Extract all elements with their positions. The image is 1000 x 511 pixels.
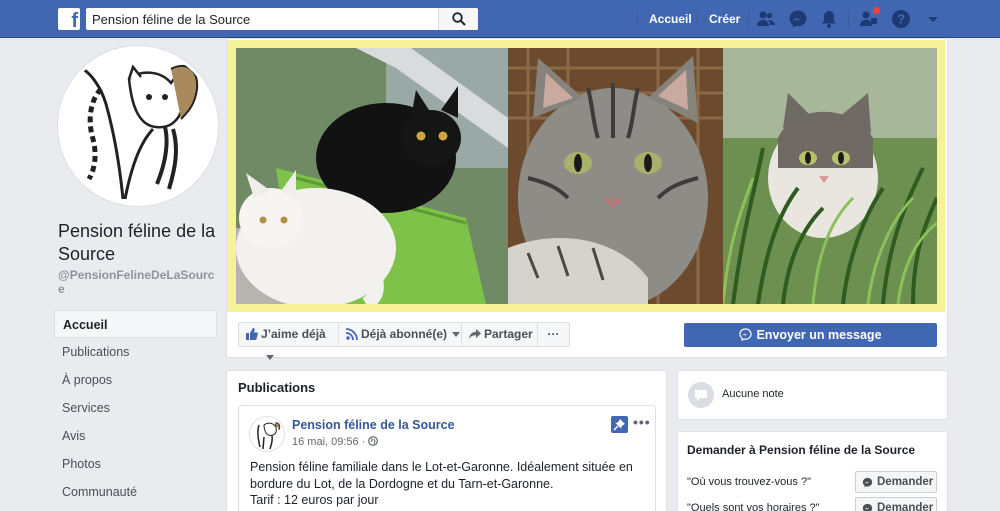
nav-home-link[interactable]: Accueil <box>649 12 692 26</box>
post-options-icon[interactable]: ••• <box>633 414 651 430</box>
messenger-icon <box>739 328 753 342</box>
send-message-button[interactable]: Envoyer un message <box>684 323 937 347</box>
nav-divider <box>637 10 638 28</box>
sidebar-item-reviews[interactable]: Avis <box>54 422 217 450</box>
facebook-logo-icon[interactable]: f <box>58 8 80 32</box>
thumbs-up-icon <box>246 328 258 340</box>
post-text-line: Tarif : 12 euros par jour <box>250 493 379 507</box>
sidebar-item-posts[interactable]: Publications <box>54 338 217 366</box>
friend-requests-icon[interactable] <box>756 9 776 29</box>
ask-question-text: "Quels sont vos horaires ?" <box>687 502 820 511</box>
pinned-post-icon <box>611 416 628 433</box>
ask-hours-button[interactable]: Demander <box>855 497 937 511</box>
send-message-label: Envoyer un message <box>756 328 882 342</box>
search-icon <box>452 12 466 26</box>
sidebar-item-photos[interactable]: Photos <box>54 450 217 478</box>
ask-page-heading: Demander à Pension féline de la Source <box>687 443 916 457</box>
account-menu-chevron-icon[interactable] <box>923 9 943 29</box>
sidebar-item-services[interactable]: Services <box>54 394 217 422</box>
note-bubble-icon <box>688 382 714 408</box>
follow-button-label: Déjà abonné(e) <box>361 327 448 341</box>
notes-card <box>677 370 948 420</box>
chevron-down-icon <box>452 332 461 338</box>
sidebar-item-home[interactable]: Accueil <box>54 310 217 338</box>
search-input[interactable] <box>86 8 436 30</box>
share-arrow-icon <box>469 329 481 339</box>
cat-logo-illustration-icon <box>61 49 215 203</box>
publications-heading[interactable]: Publications <box>238 380 315 395</box>
cover-photo-cat-in-grass <box>723 48 937 304</box>
post-timestamp[interactable]: 16 mai, 09:56 · <box>292 436 379 448</box>
post-text-line: Pension féline familiale dans le Lot-et-… <box>250 460 633 474</box>
nav-divider <box>697 10 698 28</box>
more-options-button[interactable]: ··· <box>537 322 570 347</box>
more-options-label: ··· <box>547 327 560 341</box>
svg-text:?: ? <box>897 12 905 27</box>
notes-empty-label: Aucune note <box>722 388 784 400</box>
search-button[interactable] <box>438 8 478 30</box>
help-icon[interactable]: ? <box>891 9 911 29</box>
page-profile-picture[interactable] <box>58 46 218 206</box>
ask-button-label: Demander <box>877 502 934 511</box>
post-author-link[interactable]: Pension féline de la Source <box>292 418 455 432</box>
messenger-icon[interactable] <box>788 9 808 29</box>
sidebar-item-about[interactable]: À propos <box>54 366 217 394</box>
like-button-label: J’aime déjà <box>261 327 326 341</box>
nav-divider <box>748 10 749 28</box>
cover-photo-tabby-closeup <box>508 48 723 304</box>
ask-button-label: Demander <box>877 476 934 488</box>
messenger-icon <box>862 503 873 511</box>
like-page-button[interactable]: J’aime déjà <box>238 322 339 361</box>
post-author-avatar[interactable] <box>249 416 285 452</box>
cover-photo-cats-on-chair <box>236 48 508 304</box>
notification-badge <box>872 6 881 15</box>
chevron-down-icon <box>266 355 274 361</box>
sidebar-item-community[interactable]: Communauté <box>54 478 217 506</box>
ask-location-button[interactable]: Demander <box>855 471 937 493</box>
public-globe-icon <box>368 436 379 446</box>
page-username[interactable]: @PensionFelineDeLaSource <box>58 268 218 296</box>
follow-page-button[interactable]: Déjà abonné(e) <box>338 322 462 347</box>
page-title: Pension féline de la Source <box>58 221 216 264</box>
ask-question-text: "Où vous trouvez-vous ?" <box>687 476 811 488</box>
rss-feed-icon <box>346 328 358 340</box>
cover-photo[interactable] <box>227 40 945 312</box>
nav-divider <box>848 10 849 28</box>
search-box <box>86 8 478 30</box>
post-text-line: bordure du Lot, de la Dordogne et du Tar… <box>250 476 554 491</box>
notifications-bell-icon[interactable] <box>819 9 839 29</box>
post-body: Pension féline familiale dans le Lot-et-… <box>250 459 650 509</box>
page-side-navigation: Accueil Publications À propos Services A… <box>54 310 217 506</box>
post-date-text: 16 mai, 09:56 · <box>292 436 369 448</box>
pinned-post: Pension féline de la Source 16 mai, 09:5… <box>238 405 656 511</box>
top-navigation-bar: f Accueil Créer ? <box>0 0 1000 38</box>
cat-logo-thumbnail-icon <box>250 417 284 451</box>
share-page-button[interactable]: Partager <box>461 322 538 347</box>
share-button-label: Partager <box>484 327 533 341</box>
nav-create-link[interactable]: Créer <box>709 12 740 26</box>
messenger-icon <box>862 477 873 488</box>
